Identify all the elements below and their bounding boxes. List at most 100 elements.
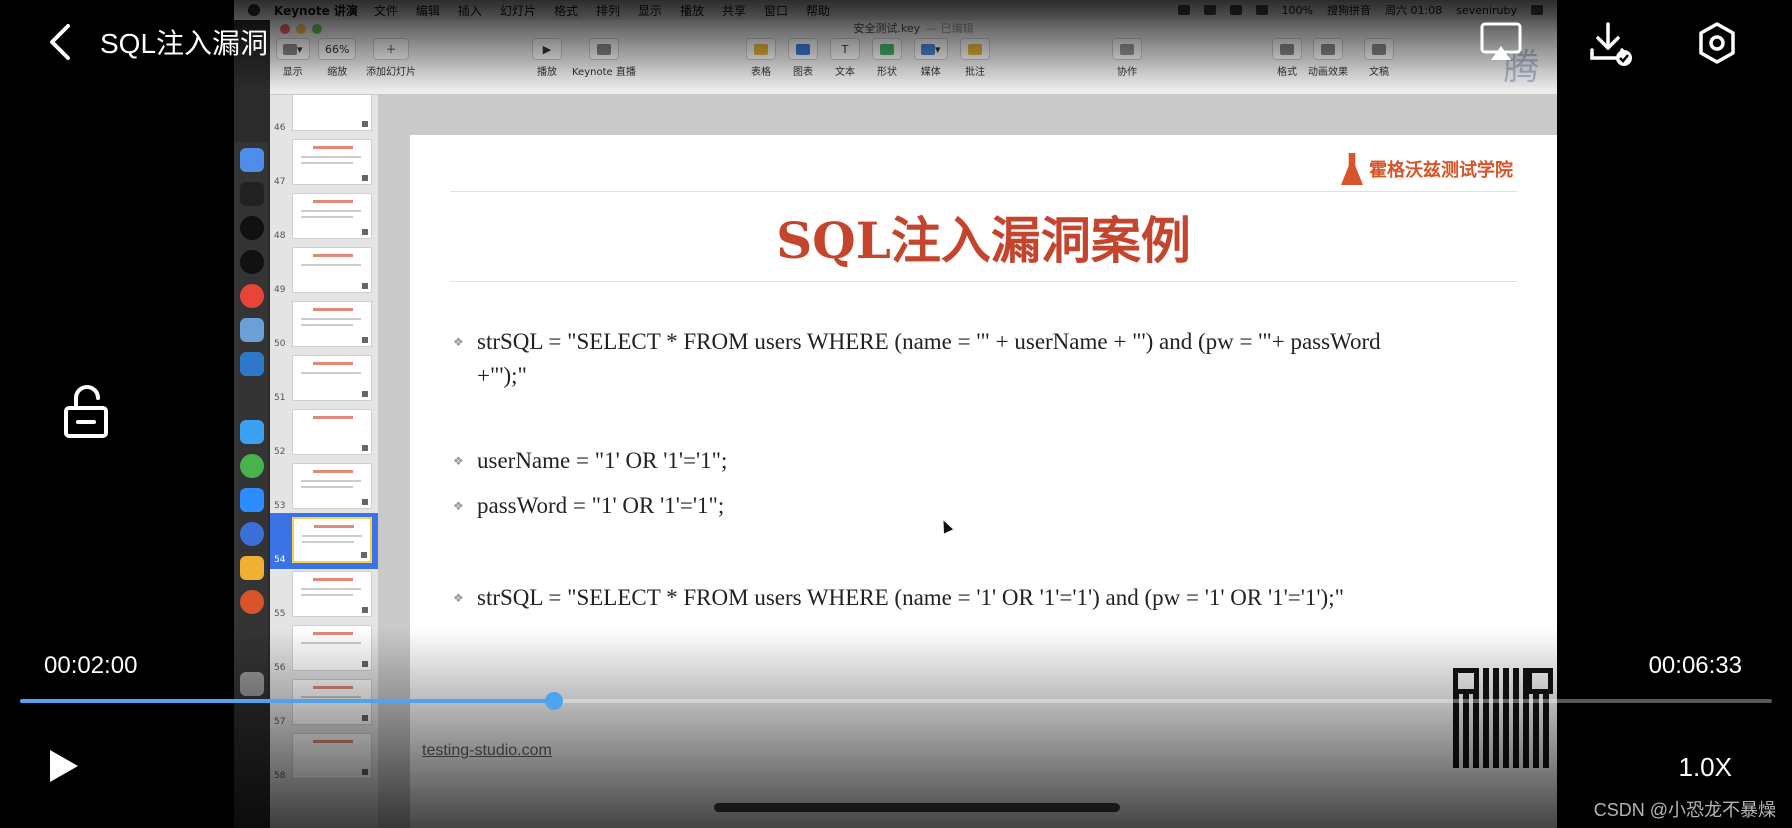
- view-icon: [283, 43, 297, 55]
- slide-number: 46: [274, 123, 286, 133]
- menu-file[interactable]: 文件: [374, 2, 398, 19]
- menu-arrange[interactable]: 排列: [596, 2, 620, 19]
- progress-bar[interactable]: [20, 692, 1772, 710]
- chart-button[interactable]: 图表: [788, 38, 818, 78]
- spotlight-icon[interactable]: [1531, 5, 1543, 15]
- table-button[interactable]: 表格: [746, 38, 776, 78]
- menu-insert[interactable]: 插入: [458, 2, 482, 19]
- slide-footer-link: testing-studio.com: [422, 742, 552, 759]
- back-button[interactable]: [40, 20, 80, 64]
- download-button[interactable]: [1588, 20, 1634, 68]
- gear-icon: [1699, 22, 1735, 64]
- menu-format[interactable]: 格式: [554, 2, 578, 19]
- slide-thumbnail[interactable]: 57: [270, 675, 378, 731]
- slide-thumbnail[interactable]: 46: [270, 95, 378, 137]
- zoom-label: 缩放: [327, 67, 348, 78]
- slide-thumbnail[interactable]: 47: [270, 135, 378, 191]
- comment-button[interactable]: 批注: [960, 38, 990, 78]
- slide-thumbnail[interactable]: 51: [270, 351, 378, 407]
- search-app-icon[interactable]: [240, 522, 264, 546]
- collaborate-label: 协作: [1117, 67, 1137, 78]
- menubar-user[interactable]: seveniruby: [1456, 4, 1517, 17]
- bullet-text: userName = "1' OR '1'='1";: [477, 448, 728, 473]
- menubar-app-name[interactable]: Keynote 讲演: [274, 2, 358, 19]
- terminal-icon[interactable]: [240, 182, 264, 206]
- current-time: 00:02:00: [44, 652, 138, 679]
- collaborate-button[interactable]: 协作: [1112, 38, 1142, 78]
- slide-thumbnail[interactable]: 53: [270, 459, 378, 515]
- format-icon: [1280, 43, 1294, 55]
- menu-window[interactable]: 窗口: [764, 2, 788, 19]
- zoom-icon[interactable]: [240, 488, 264, 512]
- document-button[interactable]: 文稿: [1364, 38, 1394, 78]
- powerpoint-icon[interactable]: [240, 590, 264, 614]
- keynote-icon[interactable]: [240, 318, 264, 342]
- app-icon[interactable]: [240, 420, 264, 444]
- slide-thumbnail[interactable]: 52: [270, 405, 378, 461]
- screen-icon[interactable]: [240, 386, 264, 410]
- video-frame[interactable]: Keynote 讲演 文件 编辑 插入 幻灯片 格式 排列 显示 播放 共享 窗…: [234, 0, 1557, 828]
- close-window-button[interactable]: [280, 24, 290, 34]
- slide-thumbnail[interactable]: 58: [270, 729, 378, 785]
- view-button[interactable]: ▾ 显示: [276, 38, 310, 78]
- zoom-button[interactable]: 66% 缩放: [318, 38, 357, 78]
- menu-edit[interactable]: 编辑: [416, 2, 440, 19]
- text-button[interactable]: T 文本: [830, 38, 860, 78]
- menu-slide[interactable]: 幻灯片: [500, 2, 536, 19]
- sketch-icon[interactable]: [240, 556, 264, 580]
- wechat-icon[interactable]: [240, 454, 264, 478]
- menubar-clock[interactable]: 周六 01:08: [1385, 2, 1442, 18]
- horizontal-scrollbar[interactable]: [714, 803, 1120, 812]
- volume-icon[interactable]: [1255, 5, 1268, 15]
- slide-thumbnail-selected[interactable]: 54: [270, 513, 378, 569]
- format-button[interactable]: 格式: [1272, 38, 1302, 78]
- thumbnail-image: [292, 571, 372, 617]
- finder-icon[interactable]: [240, 148, 264, 172]
- slide-navigator[interactable]: 46 47 48 49 50 51 52 53 54 55 56 57 58: [270, 95, 378, 828]
- play-button[interactable]: [48, 748, 80, 784]
- battery-percent[interactable]: 100%: [1282, 4, 1313, 17]
- slide[interactable]: 霍格沃兹测试学院 SQL注入漏洞案例 ❖ strSQL = "SELECT * …: [410, 135, 1557, 828]
- menu-view[interactable]: 显示: [638, 2, 662, 19]
- settings-button[interactable]: [1694, 20, 1740, 66]
- keynote-live-button[interactable]: Keynote 直播: [572, 38, 636, 78]
- animate-button[interactable]: 动画效果: [1308, 38, 1348, 78]
- minimize-window-button[interactable]: [296, 24, 306, 34]
- qq-icon[interactable]: [240, 250, 264, 274]
- slide-number: 50: [274, 339, 286, 349]
- slide-thumbnail[interactable]: 50: [270, 297, 378, 353]
- chrome-icon[interactable]: [240, 284, 264, 308]
- cast-button[interactable]: [1478, 20, 1524, 64]
- status-icon[interactable]: [1203, 5, 1216, 15]
- thumbnail-image: [292, 517, 372, 563]
- menu-share[interactable]: 共享: [722, 2, 746, 19]
- screen-lock-button[interactable]: [62, 384, 112, 440]
- slide-canvas[interactable]: 霍格沃兹测试学院 SQL注入漏洞案例 ❖ strSQL = "SELECT * …: [378, 95, 1557, 828]
- thumbnail-image: [292, 95, 372, 131]
- shape-button[interactable]: 形状: [872, 38, 902, 78]
- status-icon[interactable]: [1177, 5, 1190, 15]
- slide-number: 57: [274, 717, 286, 727]
- wifi-icon[interactable]: [1229, 5, 1242, 15]
- playback-speed-button[interactable]: 1.0X: [1679, 752, 1733, 783]
- add-slide-button[interactable]: ＋ 添加幻灯片: [366, 38, 416, 78]
- slide-thumbnail[interactable]: 55: [270, 567, 378, 623]
- input-method[interactable]: 搜狗拼音: [1327, 2, 1371, 18]
- trash-icon[interactable]: [240, 672, 264, 696]
- media-button[interactable]: ▾ 媒体: [914, 38, 948, 78]
- maximize-window-button[interactable]: [312, 24, 322, 34]
- qq-icon[interactable]: [240, 216, 264, 240]
- slide-thumbnail[interactable]: 48: [270, 189, 378, 245]
- divider: [450, 191, 1517, 192]
- slide-thumbnail[interactable]: 49: [270, 243, 378, 299]
- menu-play[interactable]: 播放: [680, 2, 704, 19]
- thumbnail-image: [292, 355, 372, 401]
- apk-icon[interactable]: [240, 638, 264, 662]
- vscode-icon[interactable]: [240, 352, 264, 376]
- mac-dock: [234, 142, 268, 702]
- progress-fill: [20, 699, 555, 703]
- play-slideshow-button[interactable]: ▶ 播放: [532, 38, 562, 78]
- slide-thumbnail[interactable]: 56: [270, 621, 378, 677]
- menu-help[interactable]: 帮助: [806, 2, 830, 19]
- apple-icon[interactable]: [248, 4, 260, 16]
